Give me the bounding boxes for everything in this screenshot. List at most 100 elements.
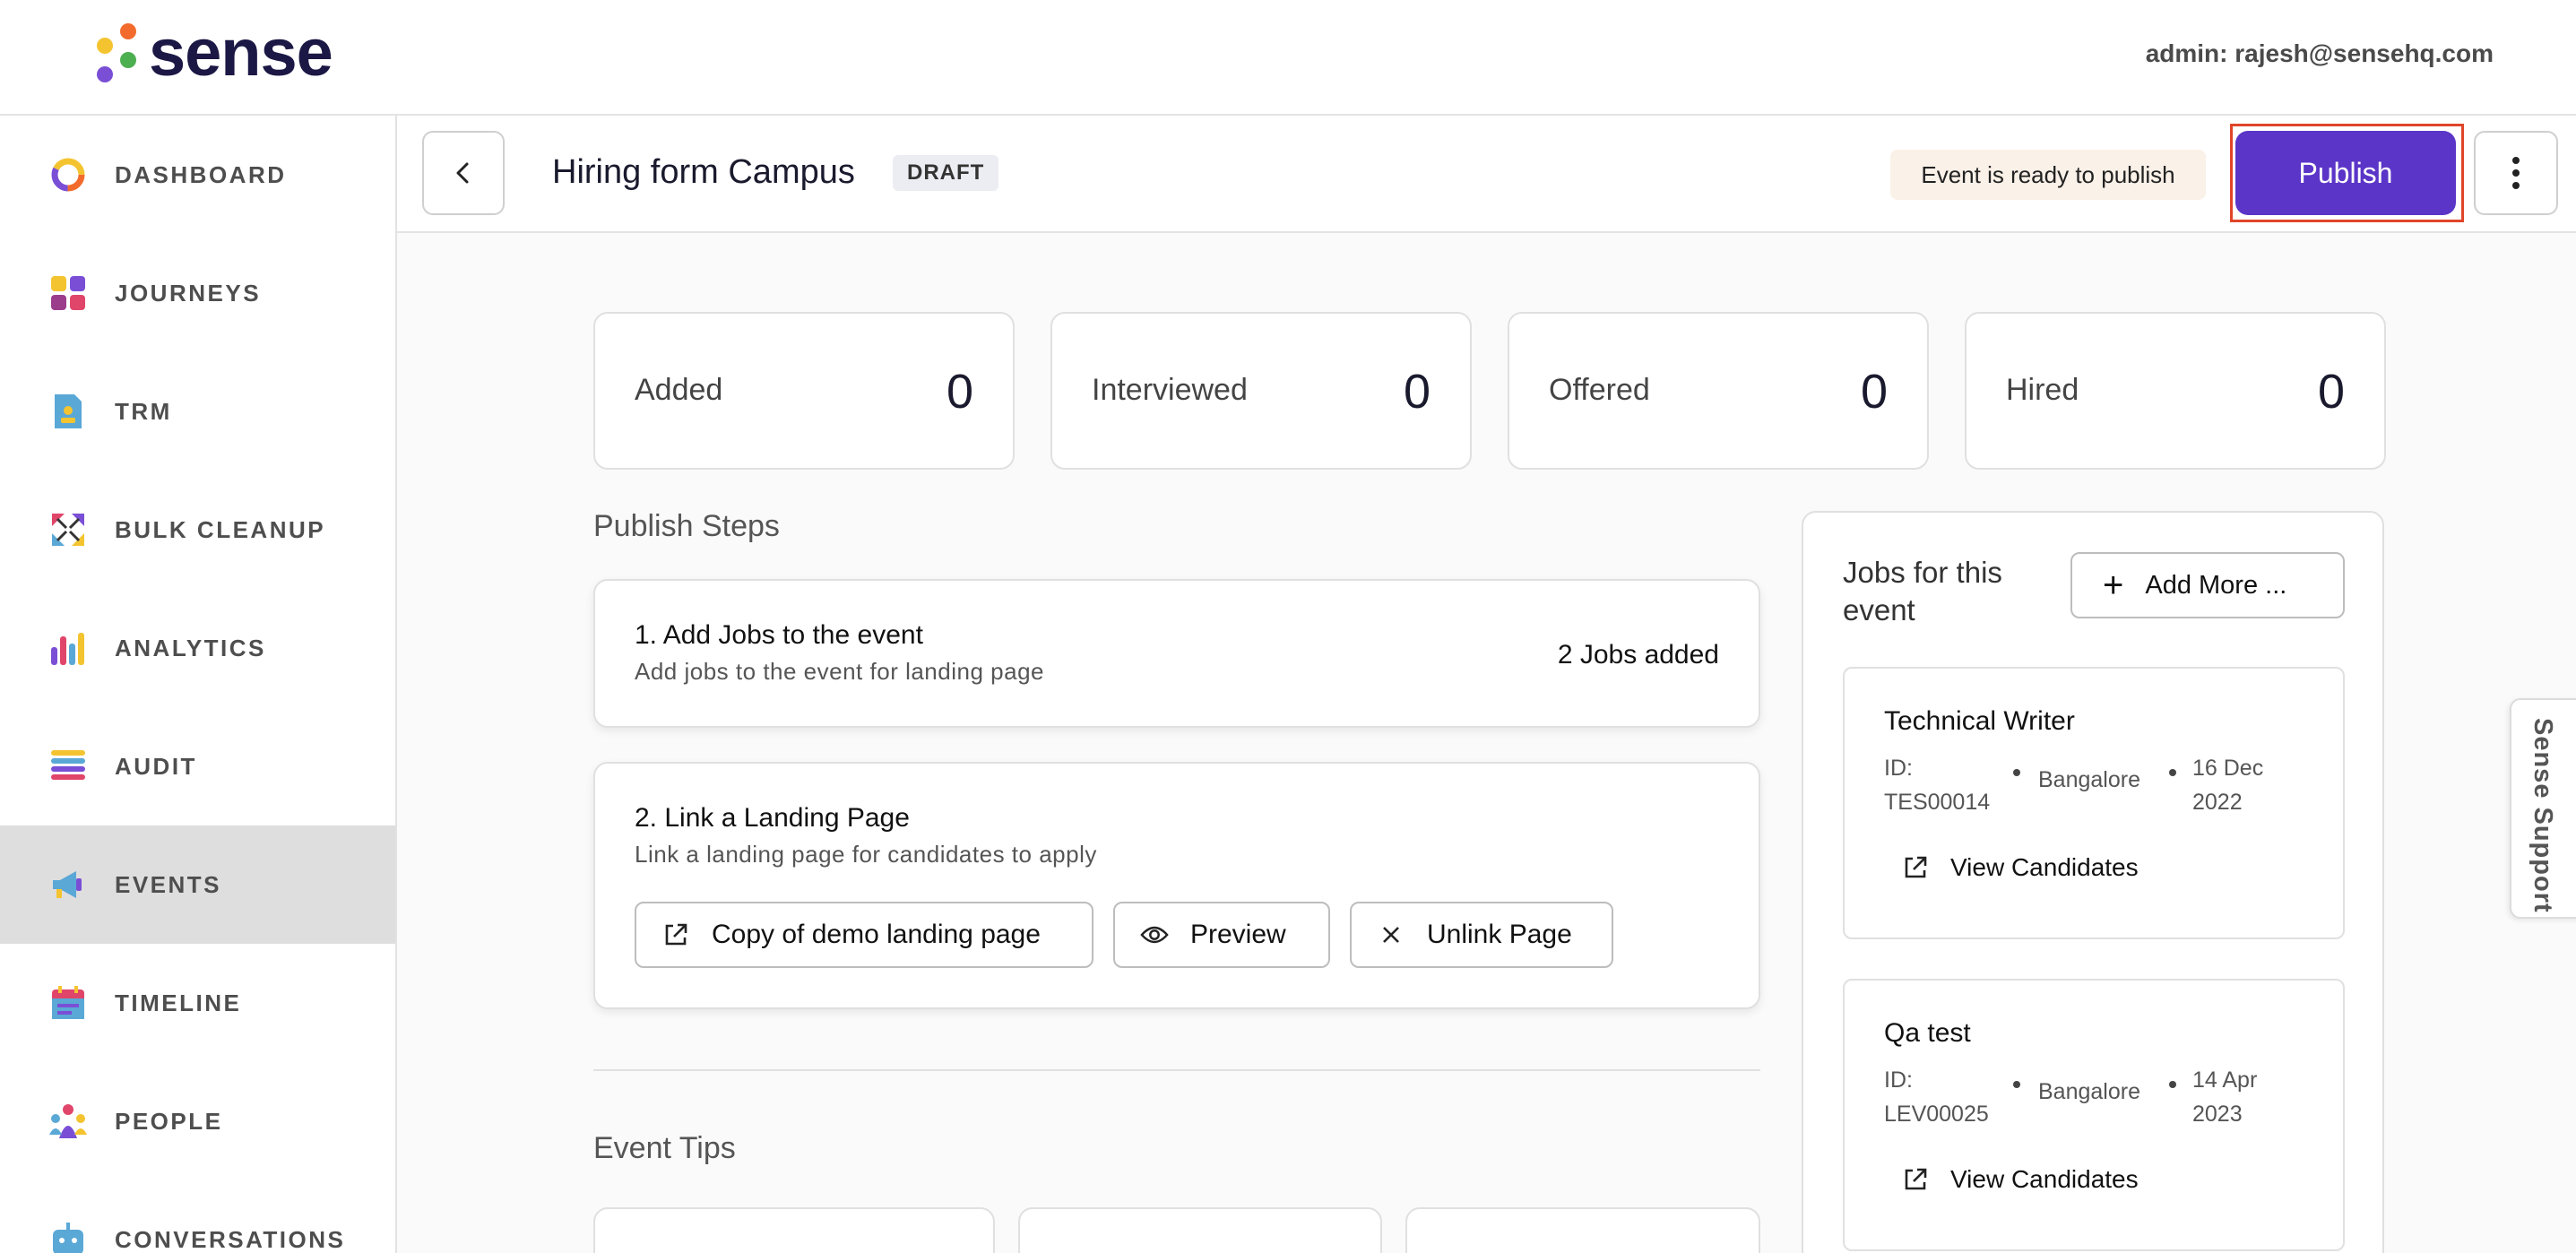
analytics-icon [48,628,88,668]
sidebar-item-label: CONVERSATIONS [115,1225,346,1253]
jobs-panel-title: Jobs for this event [1843,556,2002,626]
preview-label: Preview [1190,920,1286,949]
job-location: Bangalore [2038,767,2140,792]
view-candidates-label: View Candidates [1950,1165,2139,1193]
stat-label: Offered [1549,373,1650,407]
job-title: Technical Writer [1884,706,2075,736]
stat-label: Hired [2006,373,2079,407]
landing-page-label: Copy of demo landing page [712,920,1041,949]
more-options-button[interactable] [2474,131,2558,215]
step-link-landing-page: 2. Link a Landing Page Link a landing pa… [593,762,1760,1009]
close-icon [1377,920,1405,949]
stat-value: 0 [1403,365,1431,419]
stat-card-offered: Offered 0 [1508,312,1929,470]
sidebar-item-label: TRM [115,397,172,425]
sidebar-item-analytics[interactable]: ANALYTICS [0,589,395,707]
plus-icon: + [2103,566,2124,605]
sidebar-item-label: JOURNEYS [115,279,262,307]
add-more-label: Add More ... [2145,570,2287,600]
external-link-icon [1902,1165,1931,1194]
job-title: Qa test [1884,1018,1971,1048]
jobs-added-count: 2 Jobs added [1557,640,1719,670]
separator-dot [2013,1081,2020,1088]
publish-button[interactable]: Publish [2235,131,2456,215]
chat-bot-icon [48,1220,88,1253]
sidebar-item-people[interactable]: PEOPLE [0,1062,395,1180]
step-subtitle: Link a landing page for candidates to ap… [635,841,1097,868]
dot [2512,169,2520,177]
bulk-cleanup-icon [48,510,88,549]
job-card[interactable]: Qa test ID: LEV00025 Bangalore 14 Apr 20… [1843,979,2345,1251]
step-title: 2. Link a Landing Page [635,803,910,833]
ready-to-publish-badge: Event is ready to publish [1890,150,2206,200]
sidebar-item-dashboard[interactable]: DASHBOARD [0,116,395,234]
stat-label: Interviewed [1092,373,1248,407]
landing-page-link-button[interactable]: Copy of demo landing page [635,902,1094,968]
section-divider [593,1069,1760,1071]
sidebar-item-label: PEOPLE [115,1107,223,1135]
job-date: 14 Apr 2023 [2192,1067,2258,1127]
sidebar-item-label: BULK CLEANUP [115,515,326,543]
calendar-icon [48,983,88,1023]
stat-card-interviewed: Interviewed 0 [1050,312,1472,470]
sidebar-item-timeline[interactable]: TIMELINE [0,944,395,1062]
dot [2512,157,2520,164]
sidebar-item-journeys[interactable]: JOURNEYS [0,234,395,352]
event-tip-card[interactable] [1018,1207,1382,1253]
admin-email[interactable]: admin: rajesh@sensehq.com [2146,39,2494,68]
page-title: Hiring form Campus [552,153,855,191]
view-candidates-link[interactable]: View Candidates [1884,1165,2139,1194]
stat-label: Added [635,373,723,407]
step-add-jobs[interactable]: 1. Add Jobs to the event Add jobs to the… [593,579,1760,728]
external-link-icon [1902,853,1931,882]
sidebar-item-events[interactable]: EVENTS [0,825,395,944]
step-subtitle: Add jobs to the event for landing page [635,658,1044,685]
event-tip-card[interactable] [593,1207,995,1253]
sidebar-item-label: AUDIT [115,752,197,780]
dot [2512,182,2520,189]
jobs-panel: Jobs for this event + Add More ... Techn… [1802,511,2384,1253]
sidebar-item-audit[interactable]: AUDIT [0,707,395,825]
top-header: sense admin: rajesh@sensehq.com [0,0,2576,116]
event-tips-title: Event Tips [593,1131,736,1165]
sidebar-item-trm[interactable]: TRM [0,352,395,471]
stat-value: 0 [1860,365,1888,419]
unlink-page-button[interactable]: Unlink Page [1350,902,1613,968]
preview-button[interactable]: Preview [1113,902,1330,968]
job-id: ID: TES00014 [1884,756,1991,815]
back-button[interactable] [422,131,505,215]
add-more-jobs-button[interactable]: + Add More ... [2070,552,2345,618]
sidebar-item-conversations[interactable]: CONVERSATIONS [0,1180,395,1253]
stat-value: 0 [946,365,973,419]
status-badge: DRAFT [893,155,999,191]
audit-icon [48,747,88,786]
sense-logo[interactable]: sense [93,20,333,86]
job-id: ID: LEV00025 [1884,1067,1989,1127]
stat-value: 0 [2317,365,2345,419]
stat-card-added: Added 0 [593,312,1015,470]
sense-support-label: Sense Support [2528,718,2557,913]
separator-dot [2169,1081,2176,1088]
sidebar-item-label: DASHBOARD [115,160,287,188]
event-tip-card[interactable] [1405,1207,1760,1253]
job-date: 16 Dec 2022 [2192,756,2264,815]
view-candidates-link[interactable]: View Candidates [1884,853,2139,882]
job-location: Bangalore [2038,1079,2140,1104]
megaphone-icon [48,865,88,904]
eye-icon [1140,920,1169,949]
step-title: 1. Add Jobs to the event [635,620,923,650]
journeys-icon [48,273,88,313]
stat-card-hired: Hired 0 [1965,312,2386,470]
unlink-label: Unlink Page [1427,920,1572,949]
dashboard-icon [48,155,88,194]
sidebar-item-bulk-cleanup[interactable]: BULK CLEANUP [0,471,395,589]
logo-dots-icon [93,22,143,84]
separator-dot [2169,769,2176,776]
separator-dot [2013,769,2020,776]
event-header: Hiring form Campus DRAFT Event is ready … [397,116,2576,233]
sidebar-item-label: ANALYTICS [115,634,266,661]
sense-support-tab[interactable]: Sense Support [2510,698,2576,919]
job-card[interactable]: Technical Writer ID: TES00014 Bangalore … [1843,667,2345,939]
trm-icon [48,392,88,431]
publish-steps-title: Publish Steps [593,509,780,543]
